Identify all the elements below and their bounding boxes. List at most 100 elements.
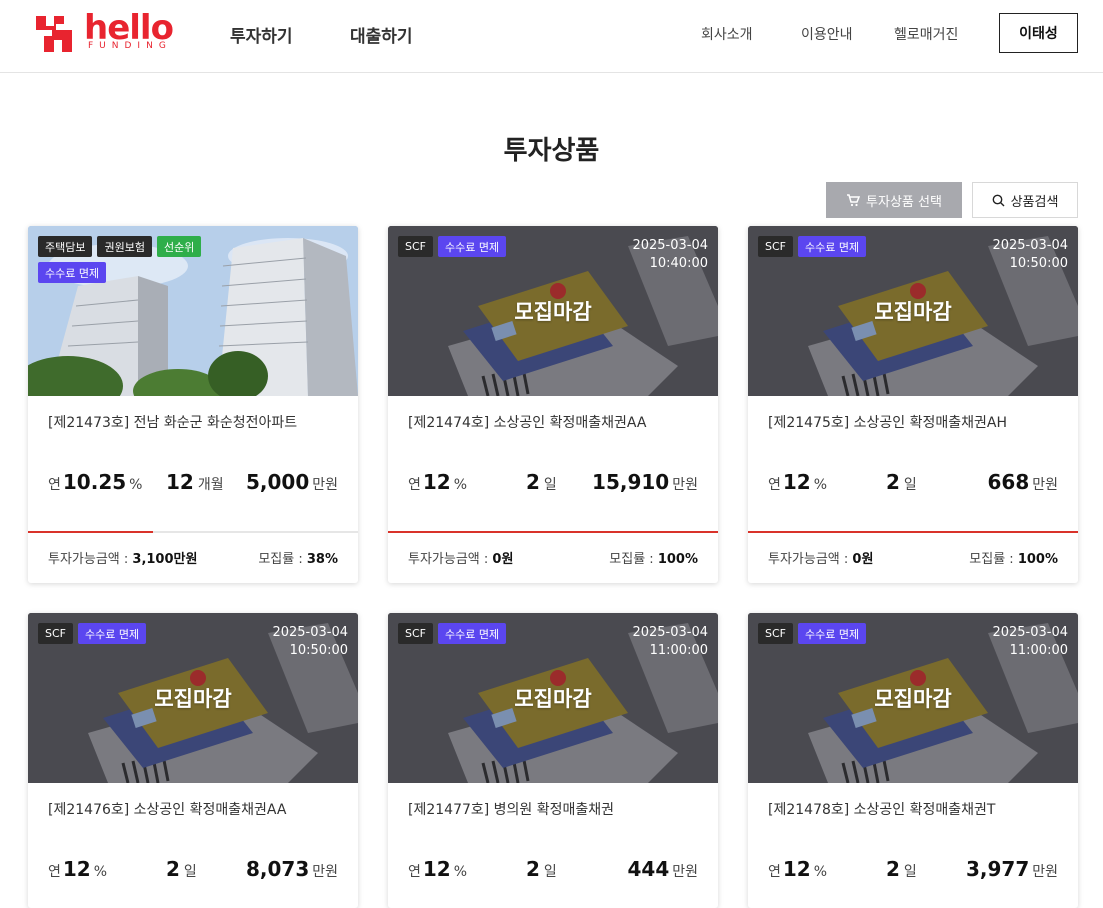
cart-icon: [847, 194, 861, 207]
product-stats: 연 12% 2일 15,910 만원: [408, 470, 698, 496]
nav-guide[interactable]: 이용안내: [801, 24, 853, 44]
product-rate: 연 12%: [408, 470, 468, 494]
product-amount: 15,910 만원: [592, 470, 698, 494]
product-card[interactable]: SCF 수수료 면제 2025-03-04 11:00:00 모집마감 [제214…: [748, 613, 1078, 908]
product-footer: 투자가능금액 : 0원 모집률 : 100%: [768, 548, 1058, 567]
nav-invest[interactable]: 투자하기: [230, 22, 293, 47]
product-period: 2일: [526, 857, 557, 881]
product-amount: 668 만원: [987, 470, 1058, 494]
search-icon: [992, 194, 1005, 206]
product-tag: SCF: [398, 623, 433, 644]
product-amount: 3,977 만원: [965, 857, 1058, 881]
product-tag: SCF: [38, 623, 73, 644]
nav-loan[interactable]: 대출하기: [350, 22, 413, 47]
user-account-button[interactable]: 이태성: [999, 13, 1078, 53]
product-stats: 연 12% 2일 8,073 만원: [48, 857, 338, 883]
product-footer: 투자가능금액 : 3,100만원 모집률 : 38%: [48, 548, 338, 567]
product-period: 2일: [886, 470, 917, 494]
product-image: 주택담보 권원보험 선순위 수수료 면제: [28, 226, 358, 396]
product-search-button[interactable]: 상품검색: [972, 182, 1078, 218]
product-tags: SCF 수수료 면제: [758, 623, 958, 644]
product-tags: SCF 수수료 면제: [398, 623, 598, 644]
product-title: [제21473호] 전남 화순군 화순청전아파트: [48, 415, 298, 431]
product-image: SCF 수수료 면제 2025-03-04 10:50:00 모집마감: [28, 613, 358, 783]
closed-overlay-label: 모집마감: [514, 687, 592, 711]
funding-progress-bar: [388, 531, 718, 533]
product-datetime: 2025-03-04 10:40:00: [632, 237, 708, 273]
product-tags: SCF 수수료 면제: [758, 236, 958, 257]
product-period: 2일: [526, 470, 557, 494]
product-stats: 연 10.25% 12 개월 5,000 만원: [48, 470, 338, 496]
product-time: 10:40:00: [649, 256, 708, 271]
product-stats: 연 12% 2일 3,977 만원: [768, 857, 1058, 883]
funding-progress-bar: [28, 531, 358, 533]
logo-mark-icon: [36, 16, 72, 52]
product-amount: 8,073 만원: [245, 857, 338, 881]
available-amount: 투자가능금액 : 0원: [408, 552, 514, 567]
product-rate: 연 10.25%: [48, 470, 143, 494]
product-image: SCF 수수료 면제 2025-03-04 11:00:00 모집마감: [748, 613, 1078, 783]
product-image: SCF 수수료 면제 2025-03-04 10:50:00 모집마감: [748, 226, 1078, 396]
product-time: 10:50:00: [289, 643, 348, 658]
product-amount: 444 만원: [627, 857, 698, 881]
product-date: 2025-03-04: [272, 625, 348, 640]
product-time: 11:00:00: [1009, 643, 1068, 658]
product-rate: 연 12%: [48, 857, 108, 881]
nav-magazine[interactable]: 헬로매거진: [894, 24, 958, 44]
product-tag: 수수료 면제: [438, 623, 507, 644]
product-date: 2025-03-04: [632, 625, 708, 640]
product-rate: 연 12%: [408, 857, 468, 881]
product-tag: 수수료 면제: [798, 236, 867, 257]
top-header: hello FUNDING 투자하기 대출하기 회사소개 이용안내 헬로매거진 …: [0, 0, 1103, 73]
closed-overlay-label: 모집마감: [514, 300, 592, 324]
product-title: [제21475호] 소상공인 확정매출채권AH: [768, 415, 1008, 431]
product-datetime: 2025-03-04 11:00:00: [632, 624, 708, 660]
funding-rate: 모집률 : 100%: [969, 552, 1058, 567]
funding-rate: 모집률 : 100%: [609, 552, 698, 567]
page-title: 투자상품: [503, 136, 600, 166]
product-card[interactable]: SCF 수수료 면제 2025-03-04 10:50:00 모집마감 [제214…: [28, 613, 358, 908]
product-select-label: 투자상품 선택: [866, 194, 942, 210]
product-time: 10:50:00: [1009, 256, 1068, 271]
product-tag: SCF: [758, 236, 793, 257]
product-datetime: 2025-03-04 11:00:00: [992, 624, 1068, 660]
product-card[interactable]: SCF 수수료 면제 2025-03-04 10:40:00 모집마감 [제214…: [388, 226, 718, 583]
product-date: 2025-03-04: [992, 625, 1068, 640]
product-select-button[interactable]: 투자상품 선택: [826, 182, 962, 218]
product-stats: 연 12% 2일 444 만원: [408, 857, 698, 883]
product-tags: 주택담보 권원보험 선순위 수수료 면제: [38, 236, 238, 283]
product-title: [제21476호] 소상공인 확정매출채권AA: [48, 802, 287, 818]
product-tag: 수수료 면제: [798, 623, 867, 644]
closed-overlay-label: 모집마감: [154, 687, 232, 711]
product-title: [제21478호] 소상공인 확정매출채권T: [768, 802, 996, 818]
funding-rate: 모집률 : 38%: [258, 552, 338, 567]
product-stats: 연 12% 2일 668 만원: [768, 470, 1058, 496]
product-image: SCF 수수료 면제 2025-03-04 11:00:00 모집마감: [388, 613, 718, 783]
product-period: 2일: [166, 857, 197, 881]
product-footer: 투자가능금액 : 0원 모집률 : 100%: [408, 548, 698, 567]
product-title: [제21477호] 병의원 확정매출채권: [408, 802, 615, 818]
product-tag: 주택담보: [38, 236, 93, 257]
product-tag: 수수료 면제: [78, 623, 147, 644]
product-image: SCF 수수료 면제 2025-03-04 10:40:00 모집마감: [388, 226, 718, 396]
hello-funding-logo[interactable]: hello FUNDING: [34, 8, 179, 56]
nav-about[interactable]: 회사소개: [701, 24, 753, 44]
product-tag: 선순위: [156, 236, 202, 257]
product-period: 12 개월: [166, 470, 224, 494]
product-amount: 5,000 만원: [245, 470, 338, 494]
product-datetime: 2025-03-04 10:50:00: [272, 624, 348, 660]
product-date: 2025-03-04: [992, 238, 1068, 253]
product-card[interactable]: 주택담보 권원보험 선순위 수수료 면제 [제21473호] 전남 화순군 화순청전아…: [28, 226, 358, 583]
product-tags: SCF 수수료 면제: [38, 623, 238, 644]
product-search-label: 상품검색: [1010, 194, 1059, 210]
funding-progress-bar: [748, 531, 1078, 533]
product-time: 11:00:00: [649, 643, 708, 658]
product-date: 2025-03-04: [632, 238, 708, 253]
product-period: 2일: [886, 857, 917, 881]
available-amount: 투자가능금액 : 3,100만원: [48, 552, 198, 567]
available-amount: 투자가능금액 : 0원: [768, 552, 874, 567]
product-card[interactable]: SCF 수수료 면제 2025-03-04 10:50:00 모집마감 [제214…: [748, 226, 1078, 583]
product-card[interactable]: SCF 수수료 면제 2025-03-04 11:00:00 모집마감 [제214…: [388, 613, 718, 908]
product-tag: SCF: [758, 623, 793, 644]
closed-overlay-label: 모집마감: [874, 300, 952, 324]
